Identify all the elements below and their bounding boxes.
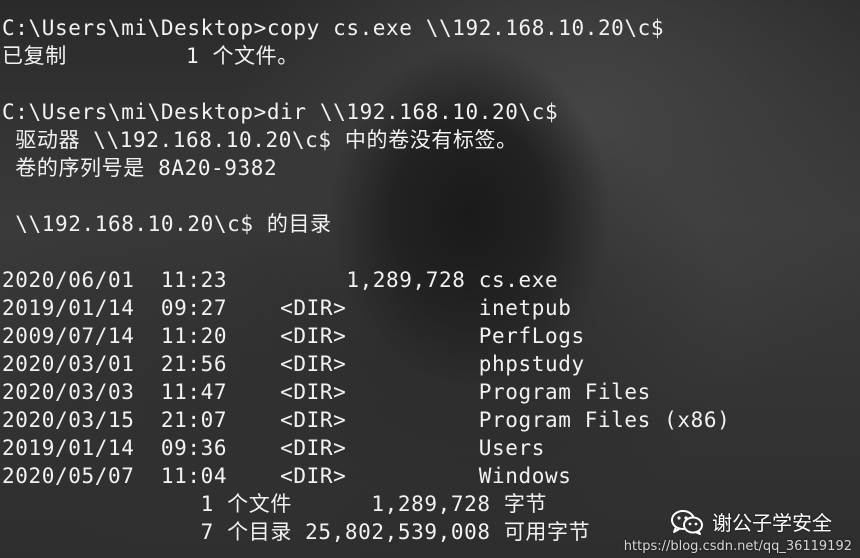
terminal-line: 卷的序列号是 8A20-9382 bbox=[2, 156, 278, 180]
terminal-line: C:\Users\mi\Desktop>dir \\192.168.10.20\… bbox=[2, 100, 559, 124]
watermark-text: 谢公子学安全 bbox=[712, 511, 832, 535]
dir-summary-dirs: 7 个目录 25,802,539,008 可用字节 bbox=[2, 520, 591, 544]
dir-entry-row: 2020/05/07 11:04 <DIR> Windows bbox=[2, 464, 572, 488]
dir-entry-row: 2020/03/03 11:47 <DIR> Program Files bbox=[2, 380, 651, 404]
wechat-icon bbox=[671, 509, 703, 535]
dir-entry-row: 2020/06/01 11:23 1,289,728 cs.exe bbox=[2, 268, 559, 292]
dir-entry-row: 2009/07/14 11:20 <DIR> PerfLogs bbox=[2, 324, 585, 348]
dir-entry-row: 2019/01/14 09:27 <DIR> inetpub bbox=[2, 296, 572, 320]
terminal-line: 已复制 1 个文件。 bbox=[2, 44, 299, 68]
terminal-line: C:\Users\mi\Desktop>copy cs.exe \\192.16… bbox=[2, 16, 665, 40]
terminal-window[interactable]: C:\Users\mi\Desktop>copy cs.exe \\192.16… bbox=[0, 0, 860, 558]
csdn-url-watermark: https://blog.csdn.net/qq_36119192 bbox=[623, 539, 852, 554]
dir-summary-files: 1 个文件 1,289,728 字节 bbox=[2, 492, 548, 516]
terminal-line: 驱动器 \\192.168.10.20\c$ 中的卷没有标签。 bbox=[2, 128, 518, 152]
terminal-line: \\192.168.10.20\c$ 的目录 bbox=[2, 212, 332, 236]
wechat-watermark: 谢公子学安全 bbox=[670, 507, 832, 536]
dir-entry-row: 2020/03/15 21:07 <DIR> Program Files (x8… bbox=[2, 408, 731, 432]
dir-entry-row: 2019/01/14 09:36 <DIR> Users bbox=[2, 436, 545, 460]
dir-entry-row: 2020/03/01 21:56 <DIR> phpstudy bbox=[2, 352, 585, 376]
terminal-output: C:\Users\mi\Desktop>copy cs.exe \\192.16… bbox=[2, 14, 730, 546]
